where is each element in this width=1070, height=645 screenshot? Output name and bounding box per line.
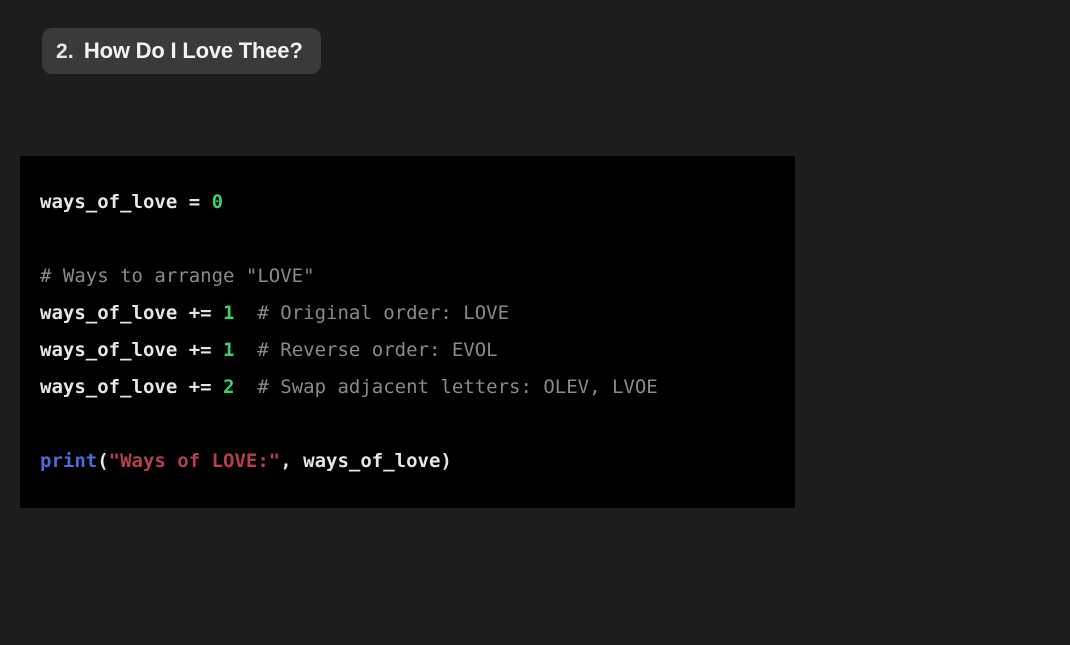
code-comment: # Reverse order: EVOL [235, 339, 498, 361]
heading-title: How Do I Love Thee? [84, 38, 303, 64]
code-comment: # Ways to arrange "LOVE" [40, 265, 315, 287]
code-punct: , [280, 450, 303, 472]
code-number: 0 [212, 191, 223, 213]
code-number: 1 [223, 339, 234, 361]
code-op: += [177, 376, 223, 398]
code-op: += [177, 339, 223, 361]
code-ident: ways_of_love [303, 450, 440, 472]
heading-number: 2. [56, 40, 74, 64]
code-builtin: print [40, 450, 97, 472]
code-ident: ways_of_love [40, 376, 177, 398]
code-ident: ways_of_love [40, 191, 177, 213]
code-number: 2 [223, 376, 234, 398]
code-paren: ( [97, 450, 108, 472]
section-heading: 2. How Do I Love Thee? [42, 28, 321, 74]
code-comment: # Swap adjacent letters: OLEV, LVOE [235, 376, 658, 398]
code-paren: ) [440, 450, 451, 472]
code-ident: ways_of_love [40, 339, 177, 361]
code-op: = [177, 191, 211, 213]
code-number: 1 [223, 302, 234, 324]
code-block: ways_of_love = 0 # Ways to arrange "LOVE… [20, 156, 795, 508]
code-string: "Ways of LOVE:" [109, 450, 281, 472]
code-ident: ways_of_love [40, 302, 177, 324]
code-op: += [177, 302, 223, 324]
code-comment: # Original order: LOVE [235, 302, 510, 324]
